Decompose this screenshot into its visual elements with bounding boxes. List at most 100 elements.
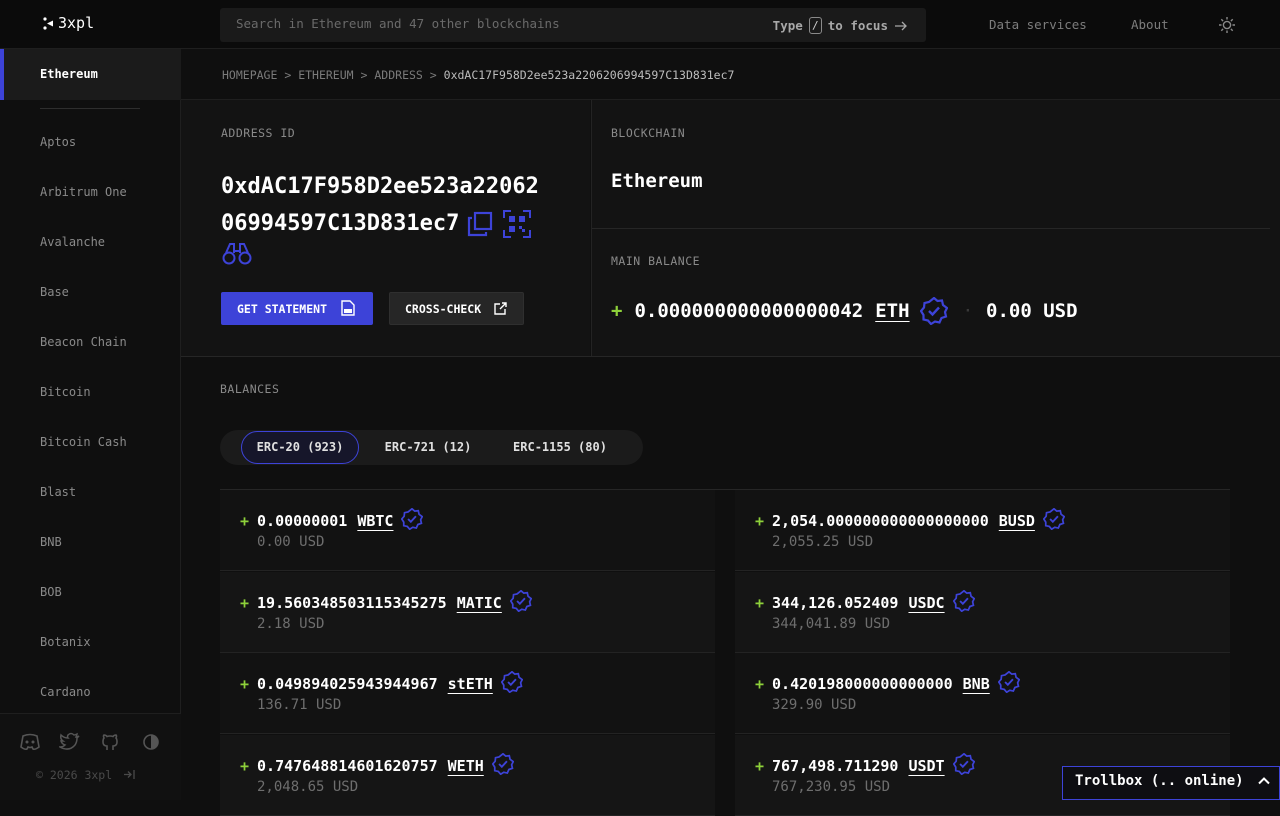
cross-check-button[interactable]: CROSS-CHECK: [389, 292, 524, 325]
main-balance-label: MAIN BALANCE: [611, 254, 701, 268]
token-amount: 2,054.000000000000000000: [772, 512, 989, 530]
breadcrumb-chain[interactable]: ETHEREUM: [298, 68, 353, 82]
logo[interactable]: 3xpl: [43, 14, 94, 32]
token-usd-value: 136.71 USD: [257, 697, 342, 713]
token-usd-value: 344,041.89 USD: [772, 615, 891, 632]
verified-icon: [509, 589, 533, 612]
sidebar-item-bob[interactable]: BOB: [40, 585, 62, 599]
sidebar-footer: © 2026 3xpl: [0, 713, 181, 800]
twitter-icon[interactable]: [59, 732, 81, 752]
sidebar-item-aptos[interactable]: Aptos: [40, 135, 76, 149]
sidebar-item-bnb[interactable]: BNB: [40, 535, 62, 549]
token-ticker[interactable]: BUSD: [999, 512, 1035, 530]
verified-badge: [401, 507, 424, 534]
token-balance-card: +0.00000001 WBTC 0.00 USD: [220, 490, 715, 571]
token-usd-value: 329.90 USD: [772, 697, 857, 713]
top-header: 3xpl Type / to focus Data services About: [0, 0, 1280, 49]
sidebar-item-avalanche[interactable]: Avalanche: [40, 235, 105, 249]
token-ticker[interactable]: stETH: [448, 675, 493, 693]
verified-badge: [997, 670, 1021, 697]
token-ticker[interactable]: MATIC: [457, 594, 502, 612]
search-hint: Type / to focus: [773, 17, 908, 34]
sidebar-divider: [40, 108, 140, 109]
blockchain-name: Ethereum: [611, 170, 703, 192]
logout-icon[interactable]: [123, 769, 137, 780]
token-amount: 19.560348503115345275: [257, 593, 447, 612]
token-balance-card: +2,054.000000000000000000 BUSD 2,055.25 US…: [735, 490, 1230, 571]
nav-data-services[interactable]: Data services: [989, 17, 1087, 32]
dot-separator: ·: [963, 303, 972, 319]
get-statement-button[interactable]: GET STATEMENT: [221, 292, 373, 325]
sun-icon[interactable]: [1218, 16, 1236, 34]
token-usd-value: 2,048.65 USD: [257, 778, 359, 795]
verified-icon: [401, 507, 424, 531]
sidebar-item-label: Ethereum: [40, 67, 98, 81]
verified-badge: [952, 589, 975, 616]
positive-sign: +: [611, 300, 623, 322]
search-input[interactable]: [236, 16, 756, 31]
token-standard-tabs: ERC-20 (923) ERC-721 (12) ERC-1155 (80): [220, 430, 643, 465]
token-amount: 0.049894025943944967: [257, 675, 438, 693]
token-amount-line: +19.560348503115345275 MATIC: [240, 589, 533, 616]
search-bar[interactable]: Type / to focus: [220, 8, 926, 42]
token-amount-line: +344,126.052409 USDC: [755, 589, 975, 616]
sidebar-item-bitcoin-cash[interactable]: Bitcoin Cash: [40, 435, 127, 449]
token-amount-line: +0.420198000000000000 BNB: [755, 670, 1021, 697]
address-line-1: 0xdAC17F958D2ee523a22062: [221, 174, 539, 199]
cross-check-label: CROSS-CHECK: [405, 301, 482, 316]
divider: [592, 228, 1270, 229]
token-amount: 344,126.052409: [772, 593, 899, 612]
token-ticker[interactable]: WETH: [448, 757, 484, 775]
token-amount: 0.420198000000000000: [772, 675, 953, 693]
verified-badge: [491, 752, 515, 779]
slash-key: /: [808, 17, 822, 34]
token-ticker[interactable]: BNB: [963, 675, 990, 693]
github-icon[interactable]: [99, 732, 121, 752]
sidebar-item-cardano[interactable]: Cardano: [40, 685, 91, 699]
token-ticker[interactable]: USDT: [908, 757, 944, 775]
divider: [181, 356, 1280, 357]
pdf-icon: [341, 300, 355, 316]
positive-sign: +: [240, 675, 250, 693]
sidebar-item-blast[interactable]: Blast: [40, 485, 76, 499]
verified-badge: [1042, 507, 1066, 534]
nav-about[interactable]: About: [1131, 17, 1169, 32]
copyright-text: © 2026 3xpl: [36, 768, 113, 782]
verified-badge: [952, 752, 975, 779]
sidebar-item-base[interactable]: Base: [40, 285, 69, 299]
copy-icon[interactable]: [467, 211, 493, 237]
verified-badge: [500, 670, 524, 697]
contrast-icon[interactable]: [141, 732, 163, 752]
verified-icon: [952, 589, 975, 612]
breadcrumb-home[interactable]: HOMEPAGE: [222, 68, 277, 82]
sidebar-item-active[interactable]: Ethereum: [0, 49, 181, 100]
positive-sign: +: [755, 512, 765, 530]
positive-sign: +: [240, 512, 250, 530]
discord-icon[interactable]: [19, 732, 41, 752]
tab-erc-20[interactable]: ERC-20 (923): [241, 431, 359, 464]
token-balance-card: +19.560348503115345275 MATIC 2.18 USD: [220, 571, 715, 653]
tab-erc-1155[interactable]: ERC-1155 (80): [503, 431, 617, 464]
main-balance-ticker[interactable]: ETH: [875, 300, 909, 322]
qr-code-icon[interactable]: [503, 209, 532, 238]
trollbox-toggle[interactable]: Trollbox (.. online): [1062, 766, 1280, 800]
sidebar-item-botanix[interactable]: Botanix: [40, 635, 91, 649]
get-statement-label: GET STATEMENT: [237, 301, 328, 316]
sidebar-item-beacon-chain[interactable]: Beacon Chain: [40, 335, 127, 349]
token-ticker[interactable]: WBTC: [357, 512, 393, 530]
token-balance-card: +0.049894025943944967 stETH 136.71 USD: [220, 653, 715, 734]
breadcrumb-separator: >: [429, 68, 444, 82]
token-usd-value: 0.00 USD: [257, 534, 325, 550]
sidebar-item-bitcoin[interactable]: Bitcoin: [40, 385, 91, 399]
verified-icon: [500, 670, 524, 694]
sidebar-item-arbitrum-one[interactable]: Arbitrum One: [40, 185, 127, 199]
token-usd-value: 2.18 USD: [257, 615, 325, 632]
breadcrumb-section[interactable]: ADDRESS: [374, 68, 422, 82]
tab-erc-721[interactable]: ERC-721 (12): [373, 431, 483, 464]
binoculars-icon[interactable]: [222, 242, 252, 266]
verified-icon: [952, 752, 975, 775]
token-ticker[interactable]: USDC: [908, 594, 944, 612]
copyright: © 2026 3xpl: [36, 768, 137, 782]
address-label: ADDRESS ID: [221, 126, 296, 140]
positive-sign: +: [755, 675, 765, 693]
